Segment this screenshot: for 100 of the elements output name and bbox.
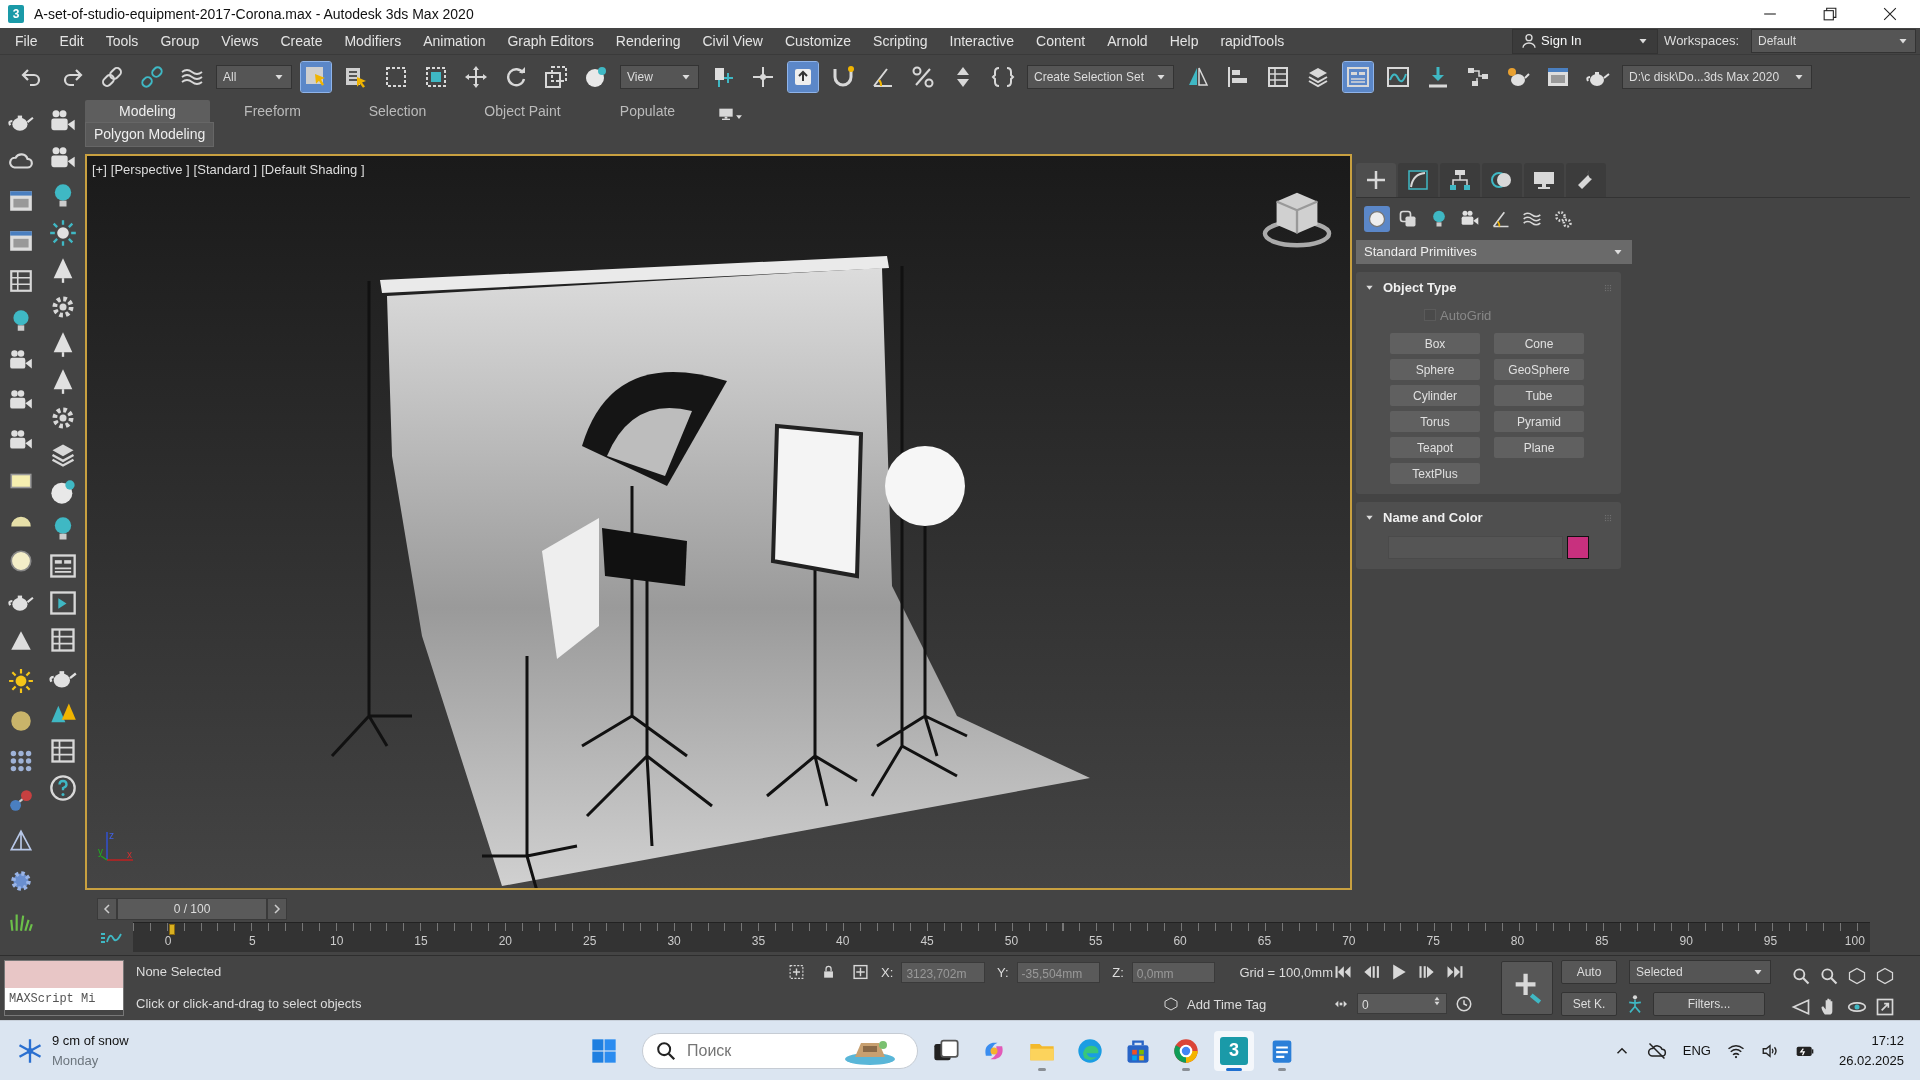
menu-item[interactable]: Tools [94,30,150,52]
app-icon[interactable]: 3 [1220,1036,1248,1065]
time-config-icon[interactable] [1455,994,1473,1013]
ribbon-tab[interactable]: Modeling [85,100,210,122]
time-marker[interactable] [169,924,175,935]
sign-in-button[interactable]: Sign In [1512,28,1659,54]
frame-spinner[interactable]: 0 [1357,993,1447,1015]
start-icon[interactable] [590,1036,618,1065]
viewport-menu[interactable]: [Standard ] [193,160,258,180]
menu-item[interactable]: Create [269,30,334,52]
cube-icon[interactable] [1875,965,1895,986]
sun-icon[interactable] [8,668,34,694]
panel-icon[interactable] [49,552,77,580]
workspace-dropdown[interactable]: Default [1751,29,1916,53]
table-icon[interactable] [49,737,77,765]
menu-item[interactable]: Content [1025,30,1097,52]
category-dropdown[interactable]: Standard Primitives [1356,240,1632,264]
dot-grid-icon[interactable] [8,748,34,774]
menu-item[interactable]: Animation [412,30,497,52]
toolbar-dropdown[interactable]: All [216,64,292,89]
search-field[interactable]: Поиск [685,1037,835,1064]
sphere-icon[interactable] [8,708,34,734]
window-icon[interactable] [8,228,34,254]
rollout-title[interactable]: Object Type [1383,278,1595,298]
toolbar-dropdown[interactable]: View [620,64,699,89]
monitor-icon[interactable] [1524,163,1564,197]
menu-item[interactable]: Customize [773,30,863,52]
language-indicator[interactable]: ENG [1682,1040,1711,1061]
wrench-icon[interactable] [1566,163,1606,197]
viewport-menu[interactable]: [Default Shading ] [261,160,365,180]
primitive-button[interactable]: Teapot [1390,437,1480,458]
primitive-button[interactable]: TextPlus [1390,463,1480,484]
add-time-tag-button[interactable]: Add Time Tag [1187,994,1267,1015]
cloud-off-icon[interactable] [1646,1040,1667,1061]
frame-counter[interactable]: 0 / 100 [117,897,267,920]
next-frame-button[interactable] [267,897,287,920]
menu-item[interactable]: Edit [48,30,95,52]
speaker-icon[interactable] [1760,1041,1779,1060]
menu-item[interactable]: Views [210,30,270,52]
menu-item[interactable]: File [4,30,49,52]
filters-button[interactable]: Filters... [1653,992,1765,1016]
menu-item[interactable]: Help [1158,30,1210,52]
hierarchy-icon[interactable] [1440,163,1480,197]
menu-item[interactable]: Civil View [691,30,774,52]
toolbar-dropdown[interactable]: D:\c disk\Do...3ds Max 2020 [1622,64,1812,89]
absolute-mode-icon[interactable] [852,963,870,982]
primitive-button[interactable]: Tube [1494,385,1584,406]
viewport-menu[interactable]: [+] [92,160,107,180]
menu-item[interactable]: Scripting [862,30,939,52]
maximize-icon[interactable] [1875,996,1895,1017]
plus-icon[interactable] [1356,163,1396,197]
menu-item[interactable]: rapidTools [1209,30,1296,52]
snowflake-icon[interactable] [16,1036,44,1065]
menu-item[interactable]: Rendering [604,30,692,52]
ribbon-tab[interactable]: Object Paint [460,100,585,122]
table-icon[interactable] [8,268,34,294]
sphere-icon[interactable] [49,478,77,506]
play-icon[interactable] [49,589,77,617]
primitive-button[interactable]: Pyramid [1494,411,1584,432]
cube-icon[interactable] [1163,996,1179,1013]
window-icon[interactable] [8,188,34,214]
curve-icon[interactable] [1398,163,1438,197]
maxscript-input[interactable]: MAXScript Mi [5,988,123,1010]
menu-item[interactable]: Graph Editors [496,30,605,52]
help-icon[interactable] [49,774,77,802]
set-key-button[interactable] [1501,961,1553,1015]
primitive-button[interactable]: Box [1390,333,1480,354]
menu-item[interactable]: Group [149,30,211,52]
table-icon[interactable] [49,626,77,654]
primitive-button[interactable]: Cone [1494,333,1584,354]
ribbon-tab[interactable]: Selection [335,100,460,122]
ribbon-panel[interactable]: Polygon Modeling [85,122,215,147]
isolate-icon[interactable] [788,963,805,982]
circle-light-icon[interactable] [8,548,34,574]
primitive-button[interactable]: Plane [1494,437,1584,458]
circles-icon[interactable] [1482,163,1522,197]
arrow-up-icon[interactable] [788,61,818,92]
key-filter-dropdown[interactable]: Selected [1629,960,1771,984]
gear-icon[interactable] [8,868,34,894]
menu-item[interactable]: Modifiers [333,30,413,52]
menu-item[interactable]: Interactive [938,30,1026,52]
primitive-button[interactable]: GeoSphere [1494,359,1584,380]
browser-icon[interactable] [1172,1036,1200,1065]
color-swatch[interactable] [1567,535,1589,559]
primitive-button[interactable]: Torus [1390,411,1480,432]
cube-icon[interactable] [1847,965,1867,986]
field-of-view-icon[interactable] [1791,996,1811,1017]
search-box[interactable]: Поиск [642,1032,918,1069]
set-key-mode-button[interactable]: Set K. [1561,992,1617,1016]
toolbar-dropdown[interactable]: Create Selection Set [1027,64,1174,89]
primitive-button[interactable]: Sphere [1390,359,1480,380]
primitive-button[interactable]: Cylinder [1390,385,1480,406]
ribbon-tab[interactable]: Populate [585,100,710,122]
auto-key-button[interactable]: Auto [1561,960,1617,984]
sun-icon[interactable] [49,219,77,247]
viewport-menu[interactable]: [Perspective ] [110,160,190,180]
previous-frame-button[interactable] [97,897,117,920]
zoom-all-icon[interactable] [1819,965,1839,986]
zoom-icon[interactable] [1791,965,1811,986]
menu-item[interactable]: Arnold [1096,30,1159,52]
